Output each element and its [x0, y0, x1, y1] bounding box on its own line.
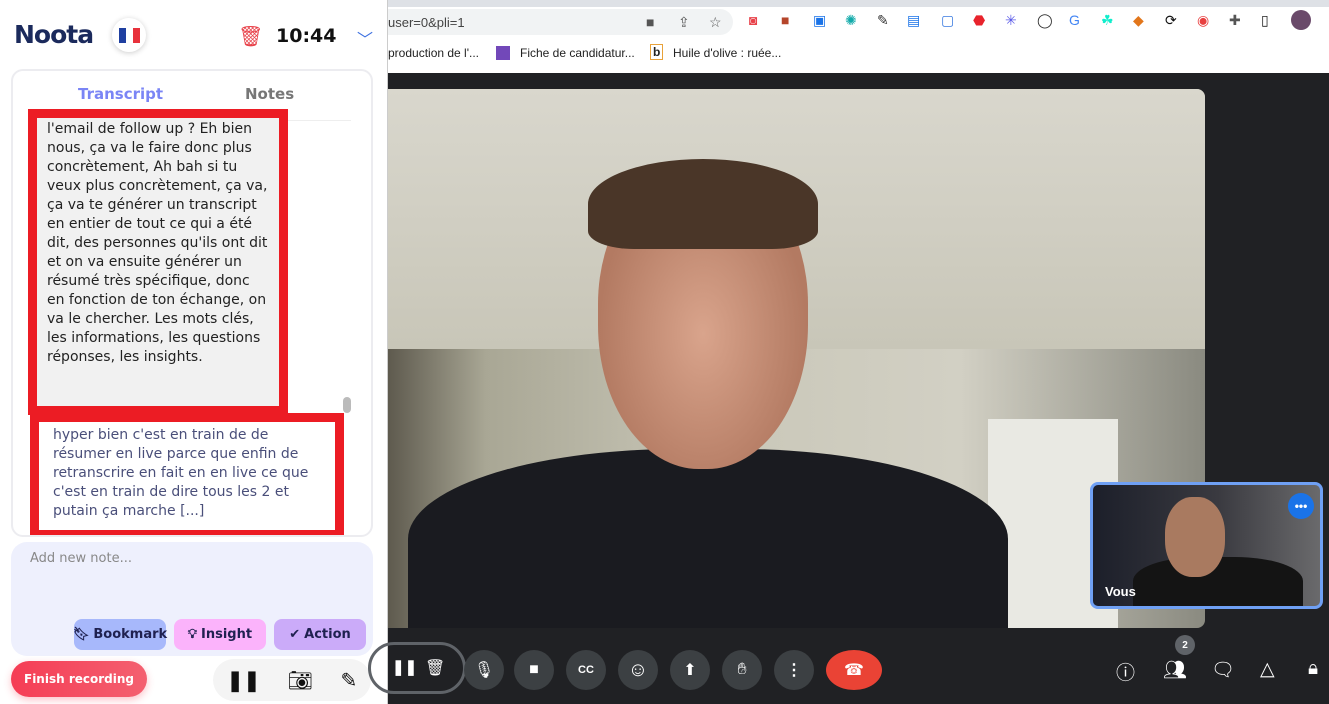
extension-icon[interactable]: ✺ [845, 12, 857, 29]
present-button[interactable]: ⬆ [670, 650, 710, 690]
extension-icon[interactable]: ▤ [907, 12, 920, 29]
url-text: user=0&pli=1 [388, 15, 465, 30]
forms-icon [496, 46, 510, 60]
bookmark-button[interactable]: 🔖︎ Bookmark [72, 619, 168, 650]
more-options-icon[interactable]: ••• [1288, 493, 1314, 519]
lightbulb-icon: 💡︎ [187, 627, 198, 642]
transcript-segment: hyper bien c'est en train de de résumer … [30, 413, 344, 535]
recording-controls: ❚❚ 📷︎ ✎ [213, 659, 371, 701]
bookmark-item[interactable]: Huile d'olive : ruée... [673, 46, 781, 60]
address-bar[interactable]: user=0&pli=1 ■ ⇪ ☆ [388, 9, 733, 35]
share-icon[interactable]: ⇪ [678, 14, 690, 31]
finish-recording-button[interactable]: Finish recording [11, 661, 147, 697]
transcript-card: Transcript Notes l'email de follow up ? … [11, 69, 373, 537]
self-video-tile[interactable]: Vous ••• [1090, 482, 1323, 609]
extension-icon[interactable]: ▢ [941, 12, 954, 29]
captions-button[interactable]: CC [566, 650, 606, 690]
insight-label: Insight [201, 627, 253, 642]
trash-icon[interactable]: 🗑︎ [425, 658, 445, 678]
chat-icon[interactable]: 🗨︎ [1211, 658, 1235, 682]
emoji-button[interactable]: ☺ [618, 650, 658, 690]
microphone-button[interactable]: 🎙︎ [464, 650, 504, 690]
pause-icon[interactable]: ❚❚ [392, 658, 417, 676]
info-icon[interactable]: ⓘ [1116, 658, 1135, 685]
participant-body [408, 449, 1008, 628]
sidepanel-icon[interactable]: ▯ [1261, 12, 1269, 29]
adblock-icon[interactable]: ⬣ [973, 12, 985, 29]
browser-chrome: user=0&pli=1 ■ ⇪ ☆ ◙ ■ ▣ ✺ ✎ ▤ ▢ ⬣ ✳ ◯ G… [388, 0, 1329, 73]
sync-icon[interactable]: ⟳ [1165, 12, 1177, 29]
camera-icon[interactable]: 📷︎ [288, 668, 313, 693]
self-face [1165, 497, 1225, 577]
pencil-icon[interactable]: ✎ [341, 668, 358, 693]
metamask-icon[interactable]: ◆ [1133, 12, 1144, 29]
bookmark-icon: 🔖︎ [72, 627, 90, 642]
language-flag-button[interactable] [112, 18, 146, 52]
pocket-icon[interactable]: ◙ [749, 12, 757, 28]
camera-icon[interactable]: ■ [646, 14, 654, 30]
profile-avatar[interactable] [1291, 10, 1311, 30]
extension-icon[interactable]: ◯ [1037, 12, 1053, 29]
people-icon[interactable]: 👥︎ [1163, 658, 1187, 682]
trash-icon[interactable]: 🗑 [238, 24, 263, 49]
participant-hair [588, 159, 818, 249]
raise-hand-button[interactable]: ✋︎ [722, 650, 762, 690]
action-label: Action [304, 627, 351, 642]
pause-icon[interactable]: ❚❚ [227, 668, 261, 693]
extension-icon[interactable]: ▣ [813, 12, 826, 29]
action-button[interactable]: ✔︎ Action [274, 619, 366, 650]
tab-strip [388, 0, 1329, 7]
leave-call-button[interactable]: ☎︎ [826, 650, 882, 690]
noota-logo: Noota [14, 20, 94, 49]
scrollbar[interactable] [343, 397, 351, 413]
recording-timer: 10:44 [276, 25, 337, 47]
noota-panel: Noota 🗑 10:44 ﹀ Transcript Notes l'email… [0, 0, 388, 704]
transcript-segment: l'email de follow up ? Eh bien nous, ça … [28, 109, 288, 415]
translate-icon[interactable]: G [1069, 12, 1080, 28]
bookmark-item[interactable]: production de l'... [388, 46, 479, 60]
bookmark-label: Bookmark [93, 627, 168, 642]
self-label: Vous [1105, 584, 1136, 599]
tab-transcript[interactable]: Transcript [78, 85, 163, 103]
note-placeholder: Add new note... [30, 551, 132, 566]
host-controls-icon[interactable]: 🔒︎ [1308, 658, 1318, 680]
meet-control-bar: ❚❚ 🗑︎ 🎙︎ ■ CC ☺ ⬆ ✋︎ ⋮ ☎︎ ⓘ 2 👥︎ 🗨︎ △ 🔒︎ [368, 628, 1329, 704]
participants-count-badge: 2 [1175, 635, 1195, 655]
tab-notes[interactable]: Notes [245, 85, 294, 103]
main-video-tile [388, 89, 1205, 628]
check-circle-icon: ✔︎ [289, 627, 301, 642]
extension-icon[interactable]: ■ [781, 12, 789, 28]
extension-icon[interactable]: ◉ [1197, 12, 1209, 29]
bookmark-item[interactable]: Fiche de candidatur... [520, 46, 635, 60]
insight-button[interactable]: 💡︎ Insight [174, 619, 266, 650]
puzzle-icon[interactable]: ✚ [1229, 12, 1241, 29]
extension-icon[interactable]: ☘ [1101, 12, 1114, 29]
star-icon[interactable]: ☆ [709, 14, 722, 31]
chevron-down-icon[interactable]: ﹀ [357, 26, 373, 50]
bookmark-favicon: b [650, 44, 664, 60]
note-input[interactable]: Add new note... 🔖︎ Bookmark 💡︎ Insight ✔︎ A… [11, 542, 373, 656]
camera-button[interactable]: ■ [514, 650, 554, 690]
eyedropper-icon[interactable]: ✎ [877, 12, 889, 29]
extension-icon[interactable]: ✳ [1005, 12, 1017, 29]
more-options-button[interactable]: ⋮ [774, 650, 814, 690]
activities-icon[interactable]: △ [1260, 658, 1275, 681]
